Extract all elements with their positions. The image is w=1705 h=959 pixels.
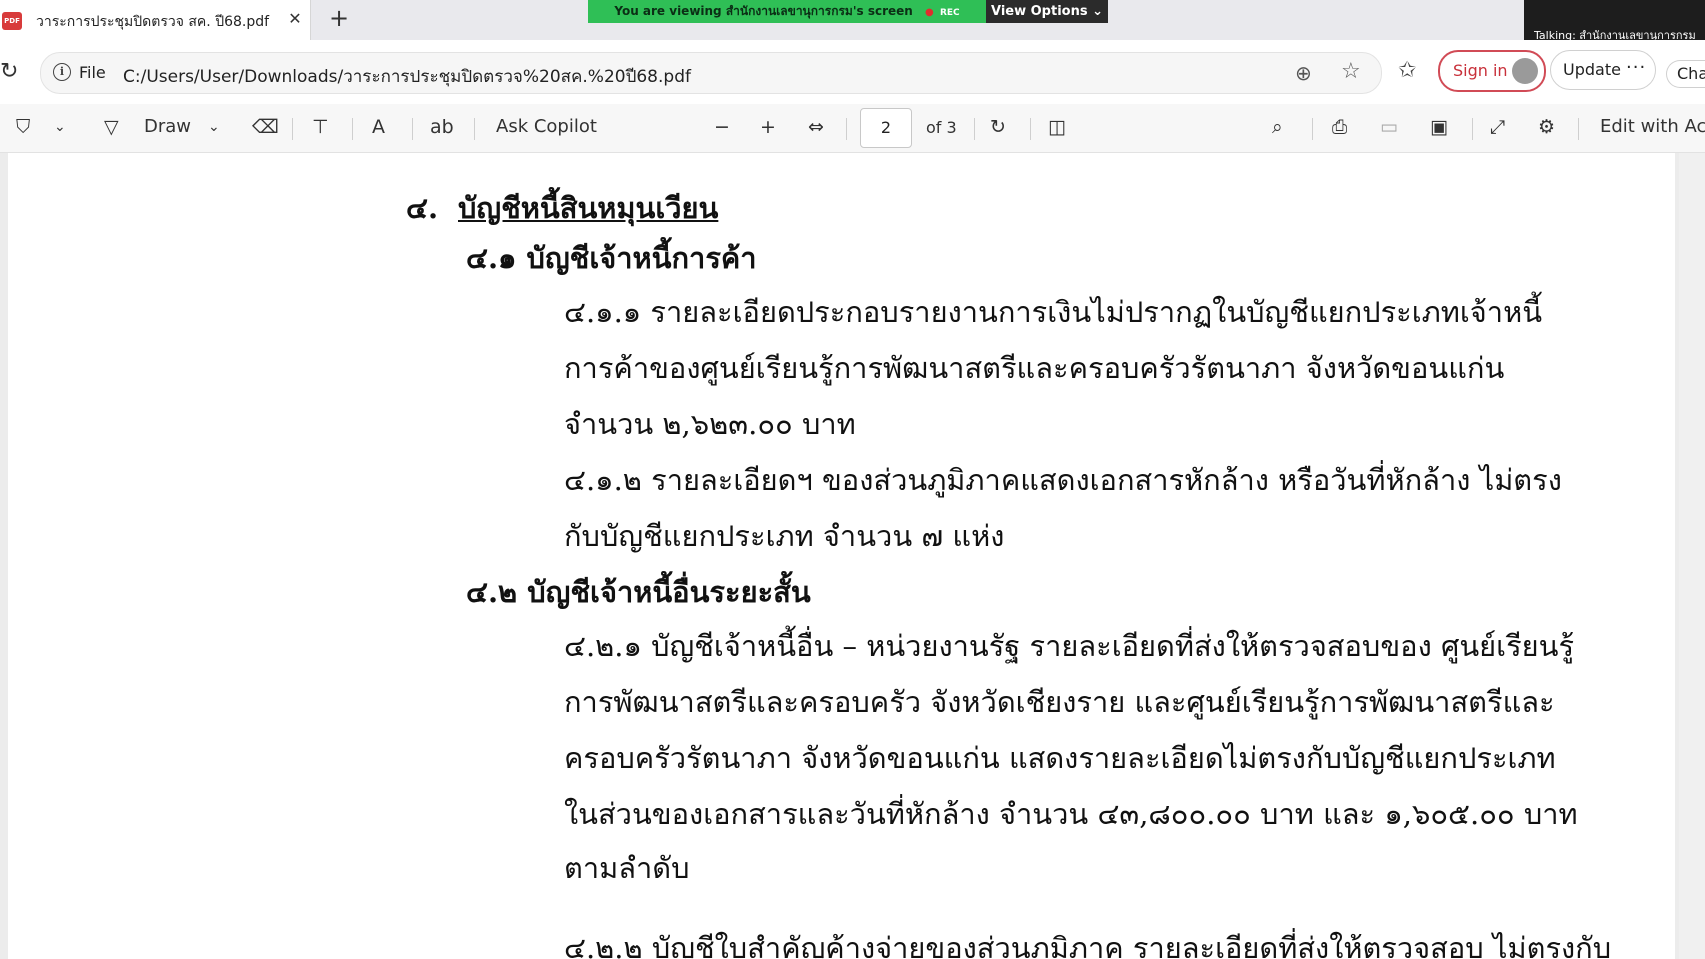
toolbar-divider xyxy=(412,118,413,140)
draw-icon[interactable]: ▽ xyxy=(104,116,119,138)
draw-button[interactable]: Draw xyxy=(144,116,191,137)
toolbar-divider xyxy=(1030,118,1031,140)
update-button[interactable]: Update ··· xyxy=(1550,50,1656,90)
save-icon[interactable]: ▭ xyxy=(1380,116,1398,138)
page-number-input[interactable]: 2 xyxy=(860,108,912,148)
paragraph-line: ๔.๑.๑ รายละเอียดประกอบรายงานการเงินไม่ปร… xyxy=(564,295,1543,329)
omnibox[interactable]: i File C:/Users/User/Downloads/วาระการปร… xyxy=(40,52,1382,94)
scrollbar[interactable] xyxy=(1679,153,1705,959)
screen-share-text: You are viewing สำนักงานเลขานุการกรม's s… xyxy=(614,4,913,18)
paragraph-line: ครอบครัวรัตนาภา จังหวัดขอนแก่น แสดงรายละ… xyxy=(564,741,1556,775)
zoom-in-icon[interactable]: + xyxy=(760,116,776,138)
address-bar: ↻ i File C:/Users/User/Downloads/วาระการ… xyxy=(0,40,1705,104)
fullscreen-icon[interactable]: ⤢ xyxy=(1490,116,1505,138)
reload-icon[interactable]: ↻ xyxy=(0,59,22,85)
star-icon[interactable]: ☆ xyxy=(1341,59,1361,84)
toolbar-divider xyxy=(474,118,475,140)
read-aloud-icon[interactable]: A xyxy=(372,116,385,138)
pdf-icon: PDF xyxy=(2,12,22,30)
ask-copilot-button[interactable]: Ask Copilot xyxy=(496,116,597,137)
toolbar-divider xyxy=(292,118,293,140)
paragraph-line: การค้าของศูนย์เรียนรู้การพัฒนาสตรีและครอ… xyxy=(564,351,1505,385)
update-label: Update xyxy=(1563,60,1621,79)
toolbar-divider xyxy=(846,118,847,140)
chevron-down-icon[interactable]: ⌄ xyxy=(208,116,220,138)
record-icon: ● xyxy=(925,7,934,18)
print-icon[interactable]: ⎙ xyxy=(1332,116,1347,138)
subsection-heading: ๔.๒ บัญชีเจ้าหนี้อื่นระยะสั้น xyxy=(466,575,811,609)
info-icon[interactable]: i xyxy=(53,63,71,81)
view-options-button[interactable]: View Options ⌄ xyxy=(986,0,1108,23)
sign-in-label: Sign in xyxy=(1453,61,1508,80)
rotate-icon[interactable]: ↻ xyxy=(990,116,1006,138)
pdf-toolbar: ⛉ ⌄ ▽ Draw ⌄ ⌫ ⊤ A ab Ask Copilot − + ⇔ … xyxy=(0,104,1705,153)
zoom-in-icon[interactable]: ⊕ xyxy=(1295,61,1312,85)
talking-indicator: Talking: สำนักงานเลขานุการกรม xyxy=(1524,0,1705,44)
view-options-label: View Options xyxy=(990,4,1088,19)
toolbar-divider xyxy=(974,118,975,140)
translate-icon[interactable]: ab xyxy=(430,116,454,138)
paragraph-line: ตามลำดับ xyxy=(564,851,690,885)
search-icon[interactable]: ⌕ xyxy=(1272,116,1283,138)
gear-icon[interactable]: ⚙ xyxy=(1538,116,1555,138)
fit-width-icon[interactable]: ⇔ xyxy=(808,116,824,138)
paragraph-line: การพัฒนาสตรีและครอบครัว จังหวัดเชียงราย … xyxy=(564,685,1555,719)
page-total: of 3 xyxy=(926,118,957,137)
avatar xyxy=(1512,58,1538,84)
chat-button[interactable]: Chat xyxy=(1666,60,1705,88)
chevron-down-icon: ⌄ xyxy=(1092,4,1104,19)
paragraph-line: กับบัญชีแยกประเภท จำนวน ๗ แห่ง xyxy=(564,519,1005,553)
new-tab-icon[interactable]: + xyxy=(326,6,352,32)
paragraph-line: ๔.๒.๑ บัญชีเจ้าหนี้อื่น – หน่วยงานรัฐ รา… xyxy=(564,629,1575,663)
sign-in-button[interactable]: Sign in xyxy=(1438,50,1546,92)
more-icon[interactable]: ··· xyxy=(1626,57,1646,78)
toolbar-divider xyxy=(1578,118,1579,140)
close-icon[interactable]: ✕ xyxy=(284,8,306,30)
chevron-down-icon[interactable]: ⌄ xyxy=(54,116,66,138)
paragraph-line: จำนวน ๒,๖๒๓.๐๐ บาท xyxy=(564,407,856,441)
text-box-icon[interactable]: ⊤ xyxy=(312,116,329,138)
screen-share-banner: You are viewing สำนักงานเลขานุการกรม's s… xyxy=(588,0,986,23)
pdf-viewer[interactable]: ๔. บัญชีหนี้สินหมุนเวียน ๔.๑ บัญชีเจ้าหน… xyxy=(0,153,1705,959)
url-text[interactable]: C:/Users/User/Downloads/วาระการประชุมปิด… xyxy=(123,63,691,90)
page-view-icon[interactable]: ◫ xyxy=(1048,116,1066,138)
save-as-icon[interactable]: ▣ xyxy=(1430,116,1448,138)
tab-pdf-document[interactable]: PDF วาระการประชุมปิดตรวจ สค. ปี68.pdf ✕ xyxy=(0,0,311,40)
section-number: ๔. xyxy=(406,191,439,225)
zoom-out-icon[interactable]: − xyxy=(714,116,730,138)
pdf-page: ๔. บัญชีหนี้สินหมุนเวียน ๔.๑ บัญชีเจ้าหน… xyxy=(8,153,1675,959)
edit-with-acrobat-button[interactable]: Edit with Acrobat xyxy=(1600,116,1705,137)
rec-label: REC xyxy=(939,8,960,18)
section-heading: บัญชีหนี้สินหมุนเวียน xyxy=(458,191,719,225)
eraser-icon[interactable]: ⌫ xyxy=(252,116,279,138)
highlight-icon[interactable]: ⛉ xyxy=(16,116,30,138)
file-label: File xyxy=(79,63,106,82)
paragraph-line: ๔.๒.๒ บัญชีใบสำคัญค้างจ่ายของส่วนภูมิภาค… xyxy=(564,931,1612,959)
subsection-heading: ๔.๑ บัญชีเจ้าหนี้การค้า xyxy=(466,241,757,275)
tab-title: วาระการประชุมปิดตรวจ สค. ปี68.pdf xyxy=(36,14,270,30)
toolbar-divider xyxy=(1312,118,1313,140)
paragraph-line: ในส่วนของเอกสารและวันที่หักล้าง จำนวน ๔๓… xyxy=(564,797,1578,831)
toolbar-divider xyxy=(352,118,353,140)
paragraph-line: ๔.๑.๒ รายละเอียดฯ ของส่วนภูมิภาคแสดงเอกส… xyxy=(564,463,1562,497)
toolbar-divider xyxy=(1472,118,1473,140)
favorites-icon[interactable]: ✩ xyxy=(1398,58,1416,83)
